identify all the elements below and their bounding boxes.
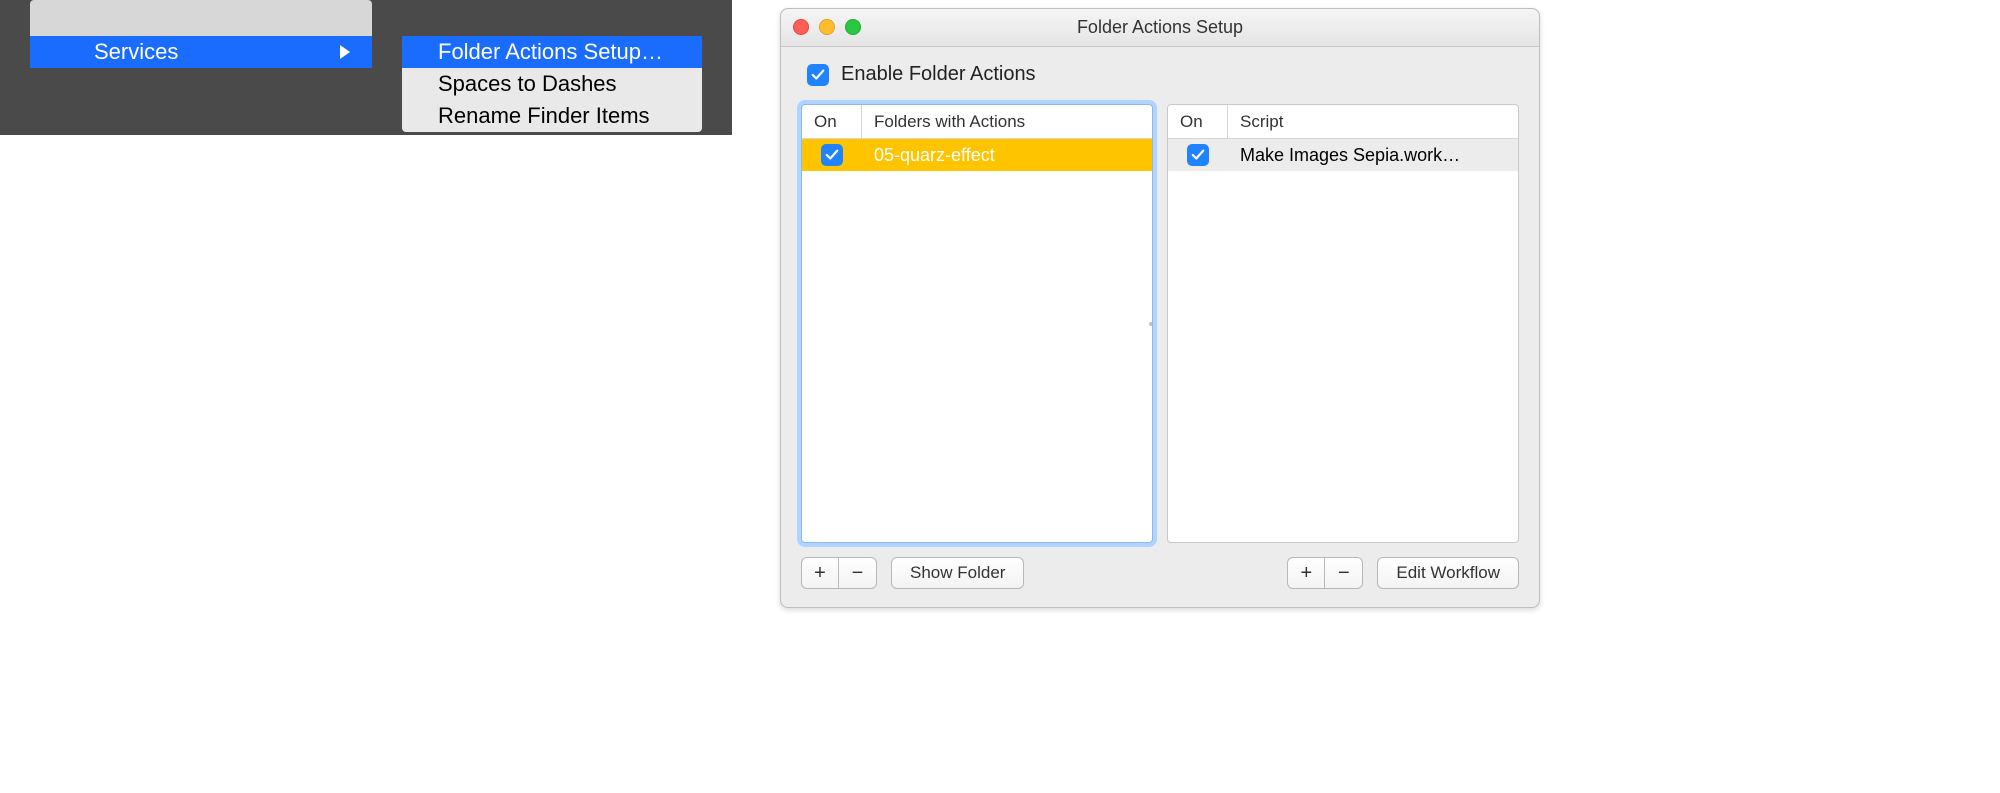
scripts-add-button[interactable]: + xyxy=(1287,557,1325,589)
folders-remove-button[interactable]: − xyxy=(839,557,877,589)
window-title: Folder Actions Setup xyxy=(1077,17,1243,38)
scripts-remove-button[interactable]: − xyxy=(1325,557,1363,589)
submenu-item-spaces-to-dashes[interactable]: Spaces to Dashes xyxy=(402,68,702,100)
scripts-list[interactable]: On Script Make Images Sepia.work… xyxy=(1167,104,1519,543)
folders-add-button[interactable]: + xyxy=(801,557,839,589)
folders-row-name: 05-quarz-effect xyxy=(862,145,1152,166)
folders-row-checkbox[interactable] xyxy=(821,144,843,166)
zoom-icon[interactable] xyxy=(845,19,861,35)
footer-spacer xyxy=(1038,557,1273,589)
services-submenu: Folder Actions Setup… Spaces to Dashes R… xyxy=(402,36,702,132)
enable-folder-actions-row: Enable Folder Actions xyxy=(807,63,1519,86)
submenu-item-label: Rename Finder Items xyxy=(438,103,650,129)
minimize-icon[interactable] xyxy=(819,19,835,35)
check-icon xyxy=(811,68,825,82)
folders-col-on[interactable]: On xyxy=(802,105,862,138)
minus-icon: − xyxy=(1338,562,1350,585)
minus-icon: − xyxy=(852,562,864,585)
scripts-row-name: Make Images Sepia.work… xyxy=(1228,145,1518,166)
show-folder-button[interactable]: Show Folder xyxy=(891,557,1024,589)
context-menu-top-strip xyxy=(30,0,372,36)
folder-actions-window: Folder Actions Setup Enable Folder Actio… xyxy=(780,8,1540,608)
window-body: Enable Folder Actions On Folders with Ac… xyxy=(781,47,1539,607)
scripts-add-remove: + − xyxy=(1287,557,1363,589)
submenu-item-label: Spaces to Dashes xyxy=(438,71,617,97)
menu-item-services-label: Services xyxy=(94,39,178,65)
context-menu: Services Folder Actions Setup… Spaces to… xyxy=(0,0,732,135)
titlebar[interactable]: Folder Actions Setup xyxy=(781,9,1539,47)
enable-folder-actions-label: Enable Folder Actions xyxy=(841,63,1036,86)
check-icon xyxy=(1191,148,1205,162)
scripts-row-checkbox[interactable] xyxy=(1187,144,1209,166)
submenu-arrow-icon xyxy=(340,45,350,59)
scripts-row-on-cell xyxy=(1168,144,1228,166)
scripts-list-header: On Script xyxy=(1168,105,1518,139)
close-icon[interactable] xyxy=(793,19,809,35)
enable-folder-actions-checkbox[interactable] xyxy=(807,64,829,86)
lists-container: On Folders with Actions 05-quarz-effect xyxy=(801,104,1519,543)
scripts-col-on[interactable]: On xyxy=(1168,105,1228,138)
edit-workflow-label: Edit Workflow xyxy=(1396,563,1500,583)
traffic-lights xyxy=(793,19,861,35)
edit-workflow-button[interactable]: Edit Workflow xyxy=(1377,557,1519,589)
context-menu-left: Services xyxy=(0,0,402,135)
folders-row[interactable]: 05-quarz-effect xyxy=(802,139,1152,171)
folders-row-on-cell xyxy=(802,144,862,166)
plus-icon: + xyxy=(814,562,826,585)
submenu-item-label: Folder Actions Setup… xyxy=(438,39,663,65)
submenu-item-rename-finder-items[interactable]: Rename Finder Items xyxy=(402,100,702,132)
folders-list[interactable]: On Folders with Actions 05-quarz-effect xyxy=(801,104,1153,543)
scripts-row[interactable]: Make Images Sepia.work… xyxy=(1168,139,1518,171)
folders-list-header: On Folders with Actions xyxy=(802,105,1152,139)
menu-item-services[interactable]: Services xyxy=(30,36,372,68)
scripts-col-name[interactable]: Script xyxy=(1228,105,1518,138)
show-folder-label: Show Folder xyxy=(910,563,1005,583)
check-icon xyxy=(825,148,839,162)
window-footer: + − Show Folder + − Edit Workflow xyxy=(801,557,1519,589)
folders-add-remove: + − xyxy=(801,557,877,589)
folders-col-name[interactable]: Folders with Actions xyxy=(862,105,1152,138)
submenu-item-folder-actions-setup[interactable]: Folder Actions Setup… xyxy=(402,36,702,68)
grip-dot-icon xyxy=(1149,322,1153,326)
list-resize-handle[interactable] xyxy=(1146,313,1153,335)
plus-icon: + xyxy=(1301,562,1313,585)
